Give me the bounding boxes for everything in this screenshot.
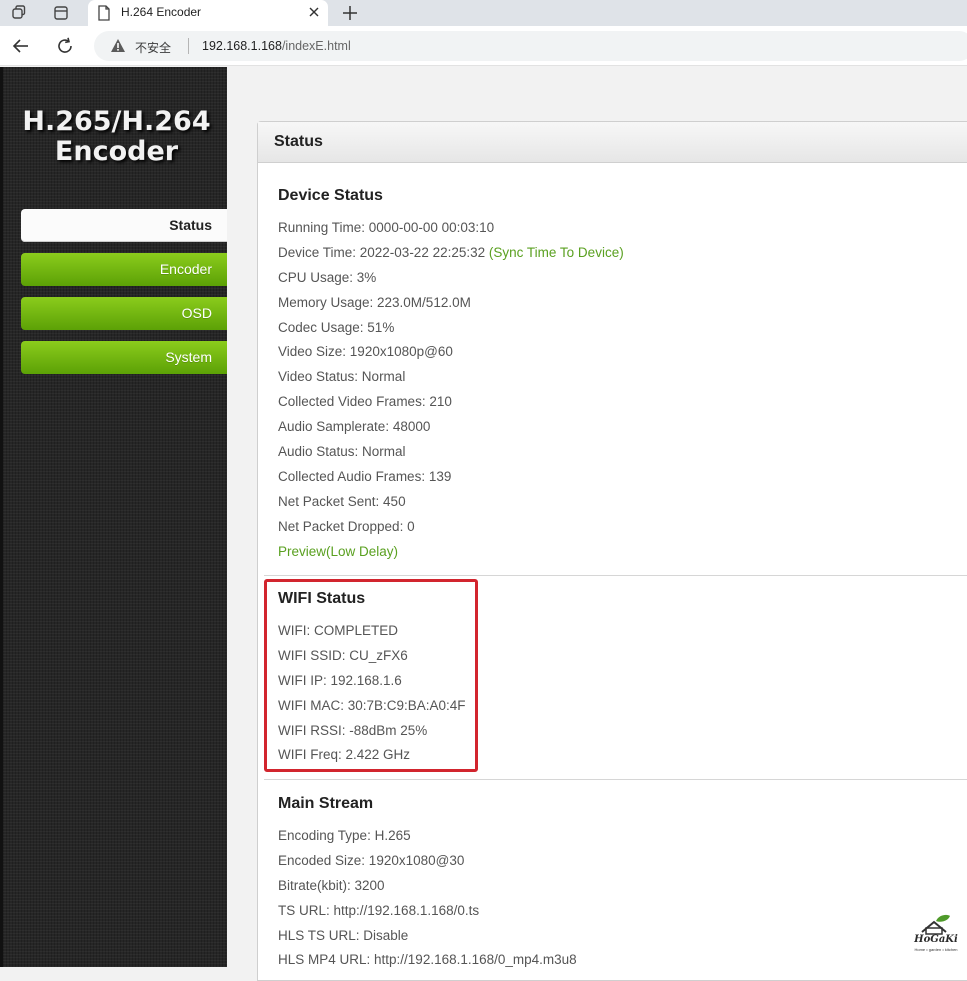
document-icon [98, 5, 110, 21]
logo-line-1: H.265/H.264 [22, 106, 211, 137]
not-secure-label[interactable]: 不安全 [135, 39, 171, 56]
logo-line-2: Encoder [54, 136, 179, 167]
cpu-usage: CPU Usage: 3% [278, 269, 377, 285]
house-leaf-icon [921, 914, 950, 935]
video-size: Video Size: 1920x1080p@60 [278, 344, 453, 360]
back-arrow-icon[interactable] [11, 36, 31, 56]
running-time: Running Time: 0000-00-00 00:03:10 [278, 220, 495, 235]
device-status-section: Device Status Running Time: 0000-00-00 0… [278, 186, 624, 564]
hls-mp4-url: HLS MP4 URL: http://192.168.1.168/0_mp4.… [278, 952, 577, 968]
reload-icon[interactable] [55, 36, 75, 56]
url-text[interactable]: 192.168.1.168/indexE.html [202, 39, 351, 53]
watermark-logo: HoGaKi Home • garden • kitchen [908, 912, 964, 960]
section-divider [264, 575, 967, 576]
panel-title: Status [258, 122, 967, 163]
section-divider [264, 779, 967, 780]
encoding-type: Encoding Type: H.265 [278, 828, 411, 843]
section-title: Main Stream [278, 795, 374, 812]
sidebar: H.265/H.264 Encoder [0, 67, 227, 967]
net-packet-sent: Net Packet Sent: 450 [278, 493, 406, 509]
browser-tab-active[interactable]: H.264 Encoder [88, 0, 328, 27]
vertical-tabs-icon[interactable] [52, 4, 70, 22]
address-bar-row: 不安全 192.168.1.168/indexE.html [0, 26, 967, 66]
wifi-highlight-box [264, 579, 478, 772]
sidebar-item-system[interactable]: System [21, 341, 227, 374]
section-title: Device Status [278, 187, 383, 204]
watermark-brand: HoGaKi [914, 934, 958, 945]
main-stream-section: Main Stream Encoding Type: H.265 Encoded… [278, 794, 577, 973]
collected-video-frames: Collected Video Frames: 210 [278, 394, 452, 410]
browser-tab-bar: H.264 Encoder [0, 0, 967, 27]
new-tab-icon[interactable] [340, 3, 360, 23]
url-path: /indexE.html [281, 39, 351, 53]
workspaces-icon[interactable] [10, 4, 28, 22]
device-time-row: Device Time: 2022-03-22 22:25:32 (Sync T… [278, 241, 624, 266]
preview-link[interactable]: Preview(Low Delay) [278, 540, 624, 565]
status-panel: Status Device Status Running Time: 0000-… [257, 121, 967, 981]
logo: H.265/H.264 Encoder [3, 107, 230, 167]
net-packet-dropped: Net Packet Dropped: 0 [278, 518, 415, 534]
collected-audio-frames: Collected Audio Frames: 139 [278, 468, 452, 484]
encoded-size: Encoded Size: 1920x1080@30 [278, 852, 465, 868]
device-time: Device Time: 2022-03-22 22:25:32 [278, 244, 486, 260]
hls-ts-url: HLS TS URL: Disable [278, 927, 409, 943]
audio-status: Audio Status: Normal [278, 444, 406, 460]
sidebar-item-status[interactable]: Status [21, 209, 227, 242]
sidebar-item-osd[interactable]: OSD [21, 297, 227, 330]
sync-time-link[interactable]: (Sync Time To Device) [489, 245, 624, 260]
audio-samplerate: Audio Samplerate: 48000 [278, 419, 431, 435]
video-status: Video Status: Normal [278, 369, 406, 385]
omnibox-divider [188, 38, 189, 54]
url-host: 192.168.1.168 [202, 39, 282, 53]
sidebar-item-encoder[interactable]: Encoder [21, 253, 227, 286]
url-field[interactable]: 不安全 192.168.1.168/indexE.html [94, 31, 967, 61]
bitrate: Bitrate(kbit): 3200 [278, 877, 385, 893]
codec-usage: Codec Usage: 51% [278, 319, 395, 335]
tab-title: H.264 Encoder [121, 5, 202, 19]
close-tab-icon[interactable] [306, 4, 322, 20]
ts-url: TS URL: http://192.168.1.168/0.ts [278, 902, 480, 918]
memory-usage: Memory Usage: 223.0M/512.0M [278, 294, 471, 310]
warning-icon[interactable] [110, 38, 126, 53]
watermark-tagline: Home • garden • kitchen [914, 947, 958, 952]
